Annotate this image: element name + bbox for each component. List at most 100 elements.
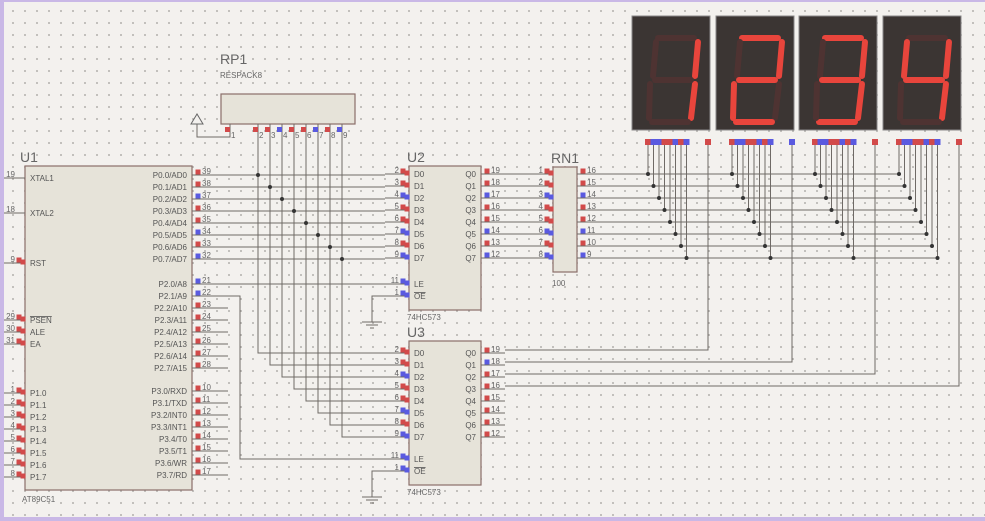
junction-dot [913, 208, 918, 212]
junction-dot [851, 256, 856, 260]
pin-state-marker [20, 473, 26, 479]
pin-number: 15 [202, 443, 211, 452]
rn1-body[interactable] [552, 166, 578, 273]
seven-segment-display-3[interactable] [798, 15, 878, 145]
pin-number: 16 [491, 381, 500, 390]
pin-6[interactable]: 6 [301, 124, 312, 140]
u1-component[interactable]: U1AT89C5119 XTAL118 XTAL29 RST29 PSEN30 ALE31… [4, 149, 228, 504]
pin-label: P1.7 [30, 473, 47, 482]
pin-10[interactable]: 10 [577, 238, 600, 247]
seven-segment-display-1[interactable] [631, 15, 711, 145]
pin-state-marker [745, 139, 752, 145]
pin-state-marker [661, 139, 668, 145]
pin-number: 1 [395, 463, 400, 472]
pin-number: 1 [539, 166, 544, 175]
pin-state-marker [672, 139, 679, 145]
pin-9[interactable]: 9 [577, 250, 600, 259]
pin-state-marker [767, 139, 774, 145]
pin-label: P3.4/T0 [159, 435, 188, 444]
junction-dot [813, 172, 817, 176]
pin-label: Q4 [465, 218, 476, 227]
pin-9[interactable]: 9 [337, 124, 348, 140]
u1-ref: U1 [20, 149, 38, 165]
pin-label: P3.2/INT0 [151, 411, 188, 420]
pin-label: D2 [414, 373, 425, 382]
pin-state-marker [934, 139, 941, 145]
pin-state-marker [548, 170, 554, 176]
junction-dot [280, 197, 284, 201]
pin-number: 8 [395, 417, 400, 426]
pin-4[interactable]: 4 [277, 124, 288, 140]
pin-2[interactable]: 2 [253, 124, 264, 140]
pin-state-marker [912, 139, 919, 145]
pin-number: 31 [6, 336, 15, 345]
pin-state-marker [828, 139, 835, 145]
pin-number: 8 [331, 131, 336, 140]
pin-11[interactable]: 11 [577, 226, 600, 235]
pin-16[interactable]: 16 [577, 166, 600, 175]
pin-number: 4 [539, 202, 544, 211]
pin-state-marker [667, 139, 673, 145]
u3-component[interactable]: U3 74HC573 2 D0 3 D1 4 D2 5 D3 6 D4 7 D5 8 D6 9 D7 11 LE 1 OE… [385, 324, 505, 497]
pin-number: 32 [202, 251, 211, 260]
segment-e [646, 81, 653, 121]
u2-component[interactable]: U2 74HC573 2 D0 3 D1 4 D2 5 D3 6 D4 7 D5 8 D6 9 D7 11 LE 1 OE… [385, 149, 505, 322]
pin-label: P1.1 [30, 401, 47, 410]
pin-5[interactable]: 5 [289, 124, 300, 140]
pin-label: D2 [414, 194, 425, 203]
pin-number: 6 [307, 131, 312, 140]
segment-c [688, 81, 698, 121]
rn1-component[interactable]: RN110012345678161514131211109 [530, 150, 600, 288]
seven-segment-display-2[interactable] [715, 15, 795, 145]
pin-8[interactable]: 8 [325, 124, 336, 140]
junction-dot [902, 184, 907, 188]
pin-7[interactable]: 7 [313, 124, 324, 140]
pin-label: P3.0/RXD [151, 387, 187, 396]
pin-number: 5 [295, 131, 300, 140]
rp1-ref: RP1 [220, 51, 247, 67]
pin-number: 15 [491, 214, 500, 223]
schematic-canvas[interactable]: U1 AT89C51 19 XTAL1 18 XTAL2 9 RST 29 PSEN 30 ALE 31… [4, 2, 985, 517]
schematic[interactable]: U1AT89C5119 XTAL118 XTAL29 RST29 PSEN30 ALE31… [4, 2, 985, 517]
pin-1[interactable]: 1 [225, 124, 236, 140]
rp1-component[interactable]: RP1 RESPACK8 1 2 3 4 5 6 7 8 9 [190, 51, 356, 140]
pin-state-marker [656, 139, 662, 145]
pin-14[interactable]: 14 [577, 190, 600, 199]
seven-segment-display-4[interactable] [882, 15, 962, 145]
common-pin-marker [705, 139, 711, 145]
segment-f [650, 39, 659, 79]
pin-label: D5 [414, 230, 425, 239]
common-pin-marker [956, 139, 962, 145]
pin-number: 8 [11, 469, 16, 478]
segment-c [772, 81, 782, 121]
pin-state-marker [734, 139, 741, 145]
junction-dot [684, 256, 689, 260]
pin-number: 9 [587, 250, 592, 259]
pin-label: P1.4 [30, 437, 47, 446]
pin-13[interactable]: 13 [577, 202, 600, 211]
junction-dot [752, 220, 756, 224]
pin-state-marker [404, 385, 410, 391]
pin-15[interactable]: 15 [577, 178, 600, 187]
pin-3[interactable]: 3 [265, 124, 276, 140]
pin-label: Q2 [465, 194, 476, 203]
pin-number: 2 [539, 178, 544, 187]
pin-number: 21 [202, 276, 211, 285]
pin-number: 36 [202, 203, 211, 212]
pin-label: RST [30, 259, 46, 268]
pin-label: P3.7/RD [157, 471, 187, 480]
pin-number: 3 [539, 190, 544, 199]
pin-label: XTAL2 [30, 209, 54, 218]
junction-dot [919, 220, 923, 224]
pin-number: 13 [202, 419, 211, 428]
pin-12[interactable]: 12 [577, 214, 600, 223]
pin-label: D0 [414, 170, 425, 179]
pin-number: 2 [11, 397, 16, 406]
rp1-body[interactable] [220, 93, 356, 125]
pin-number: 13 [491, 238, 500, 247]
pin-state-marker [907, 139, 913, 145]
junction-dot [741, 196, 745, 200]
u1-part: AT89C51 [22, 495, 56, 504]
common-pin-marker [789, 139, 795, 145]
pin-state-marker [678, 139, 684, 145]
